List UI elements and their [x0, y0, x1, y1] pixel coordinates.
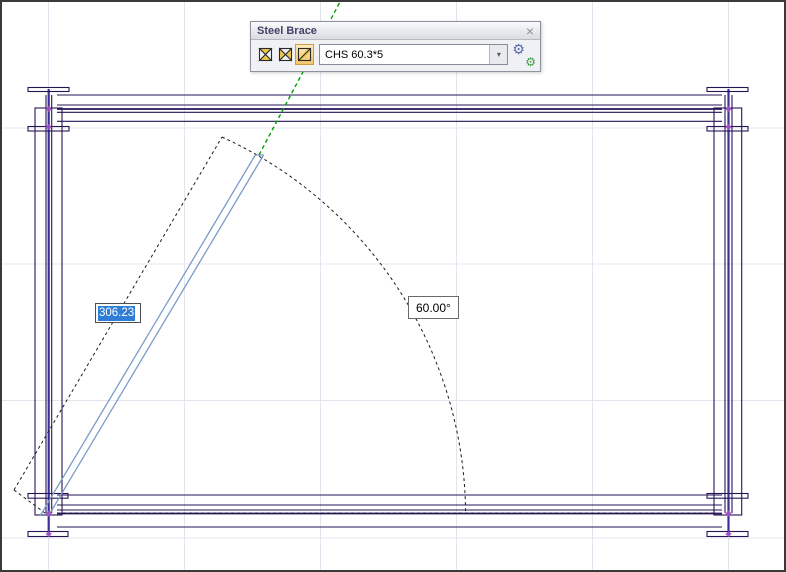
cad-viewport: 306.23 60.00° Steel Brace ×: [0, 0, 786, 572]
toolbar-title: Steel Brace: [257, 25, 317, 37]
gear-icon: ⚙: [512, 41, 525, 58]
snap-markers-layer: [46, 106, 732, 537]
grid-layer: [0, 0, 786, 572]
toolbar-titlebar[interactable]: Steel Brace ×: [251, 22, 540, 40]
toolbar-body: CHS 60.3*5 ▾ ⚙ ⚙: [251, 40, 540, 71]
dropdown-arrow-button[interactable]: ▾: [489, 45, 507, 64]
dimension-input[interactable]: 306.23: [95, 303, 141, 323]
close-icon: ×: [526, 23, 534, 39]
brace-layer: [40, 155, 264, 516]
close-button[interactable]: ×: [526, 24, 534, 38]
x-brace-vertical-icon: [258, 47, 273, 62]
brace-type-x-vertical-button[interactable]: [256, 44, 275, 65]
single-diagonal-icon: [297, 47, 312, 62]
brace-type-x-horizontal-button[interactable]: [276, 44, 295, 65]
profile-combobox[interactable]: CHS 60.3*5 ▾: [319, 44, 508, 65]
angle-readout-value: 60.00°: [416, 301, 451, 315]
construction-layer: [14, 137, 714, 516]
settings-gears-button[interactable]: ⚙ ⚙: [512, 44, 535, 65]
drawing-canvas[interactable]: [0, 0, 786, 572]
chevron-down-icon: ▾: [497, 50, 501, 59]
gear-icon: ⚙: [525, 55, 536, 69]
brace-type-single-diagonal-button[interactable]: [295, 44, 314, 65]
dimension-input-selected-text: 306.23: [98, 306, 135, 321]
x-brace-horizontal-icon: [278, 47, 293, 62]
profile-value: CHS 60.3*5: [320, 49, 489, 61]
angle-readout: 60.00°: [408, 296, 459, 319]
steel-brace-toolbar: Steel Brace ×: [250, 21, 541, 72]
